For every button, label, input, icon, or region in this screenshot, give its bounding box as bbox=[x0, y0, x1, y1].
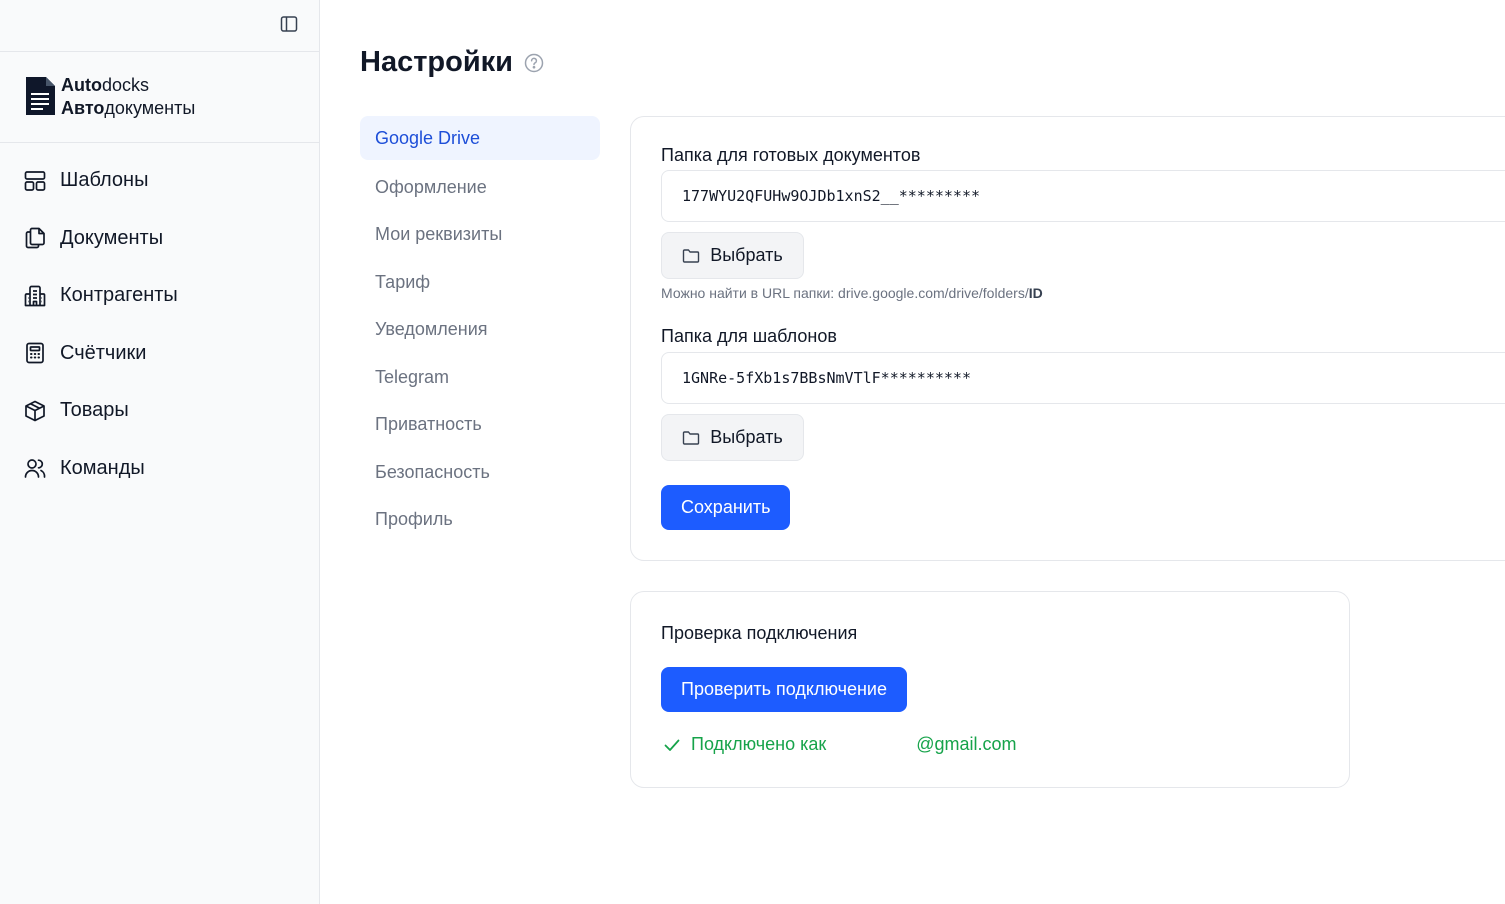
page-header: Настройки bbox=[360, 46, 544, 79]
connection-status: Подключено как @gmail.com bbox=[663, 734, 1017, 755]
settings-tab-requisites[interactable]: Мои реквизиты bbox=[360, 211, 600, 259]
brand-line1-rest: docks bbox=[101, 75, 150, 95]
settings-tab-google-drive[interactable]: Google Drive bbox=[360, 116, 600, 160]
choose-button-label: Выбрать bbox=[710, 245, 783, 265]
sidebar-item-label: Контрагенты bbox=[60, 284, 178, 307]
hint-text: Можно найти в URL папки: drive.google.co… bbox=[661, 285, 1029, 301]
google-drive-card: Папка для готовых документов Выбрать Мож… bbox=[630, 116, 1505, 561]
folder-icon bbox=[682, 430, 700, 446]
save-button[interactable]: Сохранить bbox=[661, 485, 791, 530]
choose-templates-folder-button[interactable]: Выбрать bbox=[661, 414, 804, 461]
docs-folder-label: Папка для готовых документов bbox=[661, 145, 921, 165]
brand-line2-bold: Авто bbox=[61, 98, 105, 118]
sidebar-header bbox=[0, 0, 319, 52]
sidebar-item-teams[interactable]: Команды bbox=[0, 440, 319, 498]
folder-id-hint: Можно найти в URL папки: drive.google.co… bbox=[661, 285, 1043, 301]
sidebar-item-label: Шаблоны bbox=[60, 169, 149, 192]
sidebar: Autodocks Автодокументы Шаблоны Документ… bbox=[0, 0, 320, 904]
brand[interactable]: Autodocks Автодокументы bbox=[0, 52, 319, 143]
templates-folder-label: Папка для шаблонов bbox=[661, 326, 837, 346]
choose-button-label: Выбрать bbox=[710, 427, 783, 447]
sidebar-item-counterparties[interactable]: Контрагенты bbox=[0, 267, 319, 325]
settings-tab-notifications[interactable]: Уведомления bbox=[360, 306, 600, 354]
settings-tab-security[interactable]: Безопасность bbox=[360, 449, 600, 497]
main-nav: Шаблоны Документы Контрагенты Счётчики Т… bbox=[0, 143, 319, 497]
sidebar-toggle-button[interactable] bbox=[277, 12, 301, 36]
sidebar-item-label: Товары bbox=[60, 399, 129, 422]
settings-tab-privacy[interactable]: Приватность bbox=[360, 401, 600, 449]
calculator-icon bbox=[23, 341, 47, 365]
sidebar-panel-icon bbox=[280, 16, 298, 32]
status-email-domain: @gmail.com bbox=[916, 734, 1017, 754]
sidebar-item-label: Команды bbox=[60, 456, 145, 479]
settings-tab-appearance[interactable]: Оформление bbox=[360, 164, 600, 212]
help-icon[interactable] bbox=[524, 53, 544, 73]
sidebar-item-label: Счётчики bbox=[60, 341, 147, 364]
sidebar-item-label: Документы bbox=[60, 226, 164, 249]
check-icon bbox=[663, 736, 681, 754]
brand-name: Autodocks Автодокументы bbox=[61, 74, 195, 120]
page-title: Настройки bbox=[360, 46, 514, 78]
check-connection-button[interactable]: Проверить подключение bbox=[661, 667, 907, 712]
settings-tab-telegram[interactable]: Telegram bbox=[360, 354, 600, 402]
sidebar-item-products[interactable]: Товары bbox=[0, 382, 319, 440]
layout-icon bbox=[23, 169, 47, 193]
settings-tab-profile[interactable]: Профиль bbox=[360, 496, 600, 544]
users-icon bbox=[23, 456, 47, 480]
building-icon bbox=[23, 284, 47, 308]
sidebar-item-counters[interactable]: Счётчики bbox=[0, 325, 319, 383]
brand-line2-rest: документы bbox=[104, 98, 196, 118]
documents-icon bbox=[23, 226, 47, 250]
choose-docs-folder-button[interactable]: Выбрать bbox=[661, 232, 804, 279]
sidebar-item-documents[interactable]: Документы bbox=[0, 210, 319, 268]
settings-tab-tariff[interactable]: Тариф bbox=[360, 259, 600, 307]
hint-id: ID bbox=[1028, 285, 1043, 301]
sidebar-item-templates[interactable]: Шаблоны bbox=[0, 152, 319, 210]
connection-check-title: Проверка подключения bbox=[661, 623, 858, 643]
folder-icon bbox=[682, 248, 700, 264]
status-prefix: Подключено как bbox=[691, 734, 827, 754]
templates-folder-input[interactable] bbox=[661, 352, 1505, 404]
document-logo-icon bbox=[26, 77, 55, 115]
connection-check-card: Проверка подключения Проверить подключен… bbox=[630, 591, 1350, 788]
settings-nav: Google Drive Оформление Мои реквизиты Та… bbox=[360, 116, 600, 544]
box-icon bbox=[23, 399, 47, 423]
docs-folder-input[interactable] bbox=[661, 170, 1505, 222]
brand-line1-bold: Auto bbox=[61, 75, 102, 95]
